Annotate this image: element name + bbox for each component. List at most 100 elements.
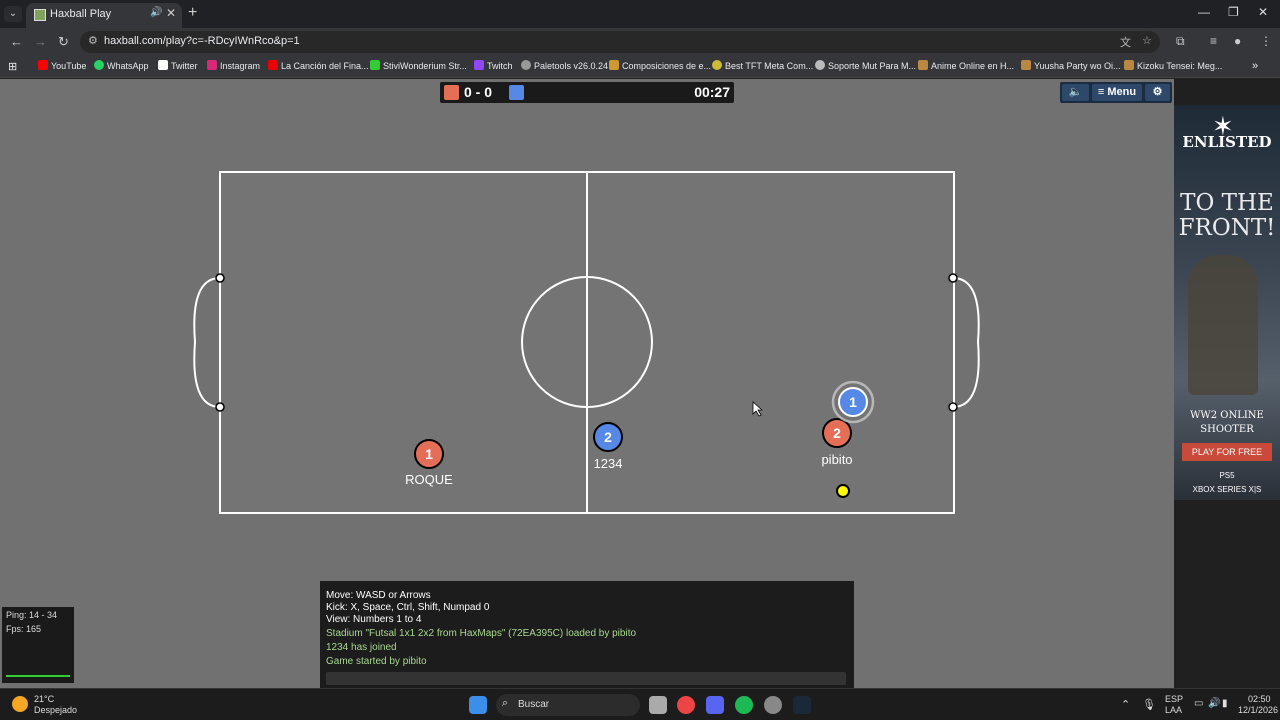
tab-close-icon[interactable]: ✕ [166,6,176,20]
futsal-field: 1 2 2 1 [180,160,1000,530]
blue-team-indicator [509,85,524,100]
chat-message: Move: WASD or Arrows [326,590,431,601]
more-bookmarks-icon[interactable]: » [1252,60,1258,72]
url-text[interactable]: haxball.com/play?c=-RDcyIWnRco&p=1 [104,35,300,47]
battery-icon[interactable]: ▮ [1222,698,1228,709]
site-icon [918,60,928,70]
youtube-icon [38,60,48,70]
bookmark-cancion[interactable]: La Canción del Fina... [268,60,369,71]
bookmark-whatsapp[interactable]: WhatsApp [94,60,149,71]
restore-button[interactable]: ❐ [1228,5,1239,19]
browser-menu-icon[interactable]: ⋮ [1260,34,1272,48]
bookmark-tft[interactable]: Best TFT Meta Com... [712,60,813,71]
sound-toggle-button[interactable]: 🔈 [1062,84,1089,101]
taskbar-search[interactable]: ⌕ Buscar [496,694,640,716]
site-icon [815,60,825,70]
chrome-icon[interactable] [677,696,695,714]
task-view-icon[interactable] [649,696,667,714]
kick-icon [370,60,380,70]
volume-icon[interactable]: 🔊 [1208,698,1220,709]
score-text: 0 - 0 [464,84,493,100]
back-button[interactable]: ← [10,34,23,49]
tft-icon [712,60,722,70]
chat-message: Kick: X, Space, Ctrl, Shift, Numpad 0 [326,602,490,613]
youtube-icon [268,60,278,70]
extensions-icon[interactable]: ⧉ [1176,34,1185,49]
tab-audio-icon[interactable]: 🔊 [150,7,162,18]
ball [836,484,850,498]
site-icon [609,60,619,70]
settings-button[interactable]: ⚙ [1145,84,1170,101]
chat-message: Stadium "Futsal 1x1 2x2 from HaxMaps" (7… [326,628,637,639]
player-number: 1 [425,446,433,462]
language-layout[interactable]: LAA [1165,705,1182,715]
speaker-icon: 🔈 [1068,86,1083,98]
ps5-logo: PS5 [1219,471,1235,480]
player-name-label: pibito [821,452,853,467]
bookmark-instagram[interactable]: Instagram [207,60,260,71]
microphone-icon[interactable]: 🎙 [1142,698,1156,711]
left-goal-post-bottom [215,402,225,412]
paletools-icon [521,60,531,70]
bookmark-star-icon[interactable]: ☆ [1142,34,1152,47]
right-goal-post-top [948,273,958,283]
bookmark-anime-online[interactable]: Anime Online en H... [918,60,1014,71]
network-icon[interactable]: ▭ [1194,698,1203,709]
search-label: Buscar [518,699,550,710]
minimize-button[interactable]: — [1198,5,1210,19]
bookmark-stiviwonderium[interactable]: StiviWonderium Str... [370,60,467,71]
reading-list-icon[interactable]: ≡ [1210,34,1217,48]
site-icon [1021,60,1031,70]
windows-start-icon[interactable] [469,696,487,714]
instagram-icon [207,60,217,70]
address-bar[interactable]: ⚙ haxball.com/play?c=-RDcyIWnRco&p=1 文 ☆ [80,31,1160,53]
ad-headline: TO THE FRONT! [1178,190,1276,241]
xbox-logo: XBOX SERIES X|S [1192,485,1262,494]
bookmark-soporte-mut[interactable]: Soporte Mut Para M... [815,60,916,71]
chat-input[interactable] [326,672,846,685]
menu-button[interactable]: ≡ Menu [1092,84,1142,101]
new-tab-button[interactable]: + [188,4,197,22]
discord-icon[interactable] [706,696,724,714]
window-close-button[interactable]: ✕ [1258,5,1268,19]
weather-icon[interactable] [12,696,28,712]
chat-message: View: Numbers 1 to 4 [326,614,422,625]
x-twitter-icon [158,60,168,70]
clock-date[interactable]: 12/1/2026 [1238,705,1278,715]
bookmark-twitter[interactable]: Twitter [158,60,198,71]
forward-button[interactable]: → [34,34,47,49]
twitch-icon [474,60,484,70]
chat-message: 1234 has joined [326,642,397,653]
bookmark-yuusha[interactable]: Yuusha Party wo Oi... [1021,60,1121,71]
bookmark-twitch[interactable]: Twitch [474,60,513,71]
red-team-indicator [444,85,459,100]
translate-icon[interactable]: 文 [1120,34,1131,50]
ad-play-button[interactable]: PLAY FOR FREE [1182,443,1272,461]
chat-message: Game started by pibito [326,656,427,667]
apps-grid-icon[interactable]: ⊞ [8,60,17,73]
player-number: 2 [604,429,612,445]
browser-tab[interactable]: Haxball Play 🔊 ✕ [26,3,182,28]
language-code[interactable]: ESP [1165,694,1183,704]
gear-icon: ⚙ [1152,86,1163,98]
site-info-icon[interactable]: ⚙ [88,34,98,47]
clock-time[interactable]: 02:50 [1248,694,1271,704]
right-goal-post-bottom [948,402,958,412]
tab-search-button[interactable]: ⌄ [4,6,22,22]
reload-button[interactable]: ↻ [58,34,69,50]
steam-icon[interactable] [793,696,811,714]
bookmark-kizoku[interactable]: Kizoku Tensei: Meg... [1124,60,1222,71]
tray-chevron-icon[interactable]: ⌃ [1121,698,1130,711]
scoreboard: 0 - 0 00:27 [440,82,734,103]
player-number: 1 [849,394,857,410]
bookmark-youtube[interactable]: YouTube [38,60,86,71]
search-icon: ⌕ [502,697,509,709]
bookmark-composiciones[interactable]: Composiciones de e... [609,60,711,71]
bookmark-paletools[interactable]: Paletools v26.0.24 [521,60,608,71]
browser-toolbar: ← → ↻ ⚙ haxball.com/play?c=-RDcyIWnRco&p… [0,28,1280,56]
app-icon[interactable] [764,696,782,714]
left-goal-post-top [215,273,225,283]
profile-avatar-icon[interactable]: ● [1234,34,1241,48]
spotify-icon[interactable] [735,696,753,714]
advertisement-banner[interactable]: ✶ ENLISTED TO THE FRONT! WW2 ONLINE SHOOT… [1174,105,1280,500]
